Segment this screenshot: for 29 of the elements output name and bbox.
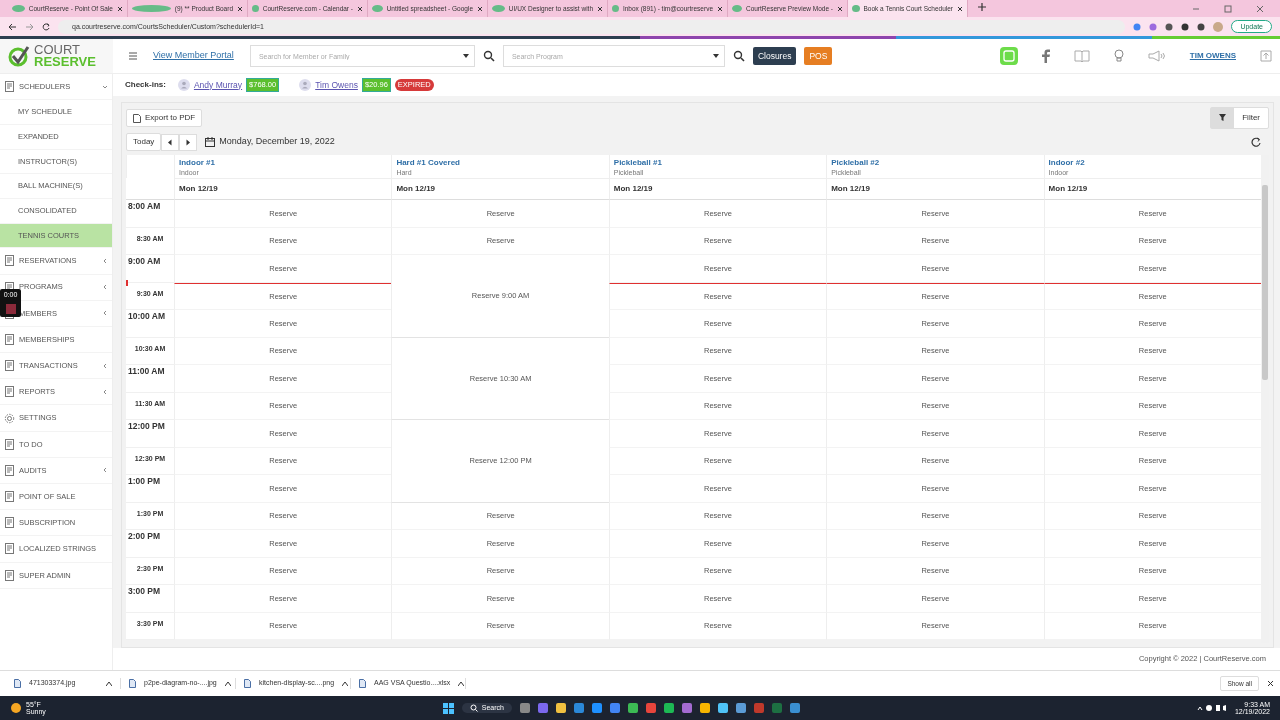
time-label: 11:00 AM xyxy=(128,366,165,376)
member-portal-link[interactable]: View Member Portal xyxy=(153,49,234,63)
court-name-link[interactable]: Pickleball #2 xyxy=(831,157,1040,169)
logo[interactable]: COURT RESERVE xyxy=(0,39,113,73)
checkins-label: Check-ins: xyxy=(125,79,166,91)
date-label[interactable]: Monday, December 19, 2022 xyxy=(219,135,335,149)
court-date-label: Mon 12/19 xyxy=(1043,178,1261,200)
court-name-link[interactable]: Pickleball #1 xyxy=(613,157,823,169)
court-name-link[interactable]: Indoor #2 xyxy=(1048,157,1257,169)
time-label: 10:00 AM xyxy=(128,311,165,321)
user-name-link[interactable]: TIM OWENS xyxy=(1189,50,1236,62)
member-link[interactable]: Tim Owens xyxy=(315,78,358,92)
closures-button[interactable]: Closures xyxy=(752,46,797,66)
court-name-link[interactable]: Indoor #1 xyxy=(179,157,388,169)
time-label: 3:00 PM xyxy=(128,586,161,596)
member-link[interactable]: Andy Murray xyxy=(193,78,243,92)
court-date-label: Mon 12/19 xyxy=(608,178,827,200)
today-button[interactable]: Today xyxy=(126,133,162,151)
time-label: 12:00 PM xyxy=(128,421,165,431)
court-date-label: Mon 12/19 xyxy=(391,178,609,200)
time-label: 1:00 PM xyxy=(128,476,161,486)
export-button[interactable]: Export to PDF xyxy=(126,109,203,127)
time-label: 2:00 PM xyxy=(128,531,161,541)
filter-button[interactable]: Filter xyxy=(1210,107,1269,129)
court-date-label: Mon 12/19 xyxy=(174,178,392,200)
time-label: 8:00 AM xyxy=(128,201,161,211)
time-label: 9:00 AM xyxy=(128,256,161,266)
court-date-label: Mon 12/19 xyxy=(826,178,1044,200)
court-name-link[interactable]: Hard #1 Covered xyxy=(396,157,605,169)
